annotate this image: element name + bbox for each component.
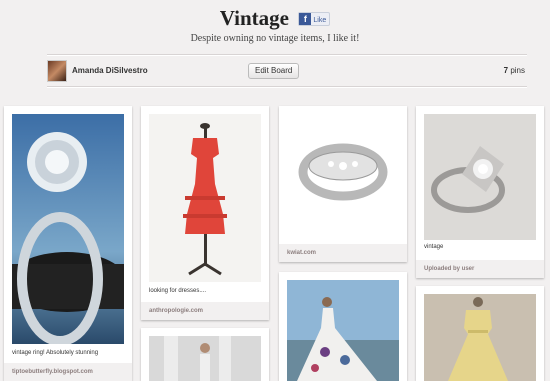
pin-caption: vintage ring! Absolutely stunning <box>12 350 99 356</box>
title-row: Vintage f Like <box>0 6 550 31</box>
pin-card[interactable] <box>141 328 269 381</box>
pin-source-link[interactable]: tiptoebutterfly.blogspot.com <box>12 369 93 375</box>
pin-count-label: pins <box>510 66 525 75</box>
pin-source-link[interactable]: anthropologie.com <box>149 308 203 314</box>
pin-card[interactable] <box>279 272 407 381</box>
pin-image-antique-ring[interactable] <box>424 114 536 240</box>
like-label: Like <box>313 16 327 24</box>
pin-source[interactable]: anthropologie.com <box>141 302 269 320</box>
board-description: Despite owning no vintage items, I like … <box>190 33 360 44</box>
pin-caption: vintage <box>424 244 444 250</box>
pin-source[interactable]: Uploaded by user <box>416 260 544 278</box>
edit-board-button[interactable]: Edit Board <box>248 63 300 79</box>
pin-source[interactable]: tiptoebutterfly.blogspot.com <box>4 363 132 381</box>
divider <box>47 54 527 56</box>
pin-image-floral-gown[interactable] <box>287 280 399 381</box>
pin-card[interactable]: vintage ring! Absolutely stunning tiptoe… <box>4 106 132 381</box>
pin-count: 7 pins <box>504 66 525 75</box>
facebook-icon: f <box>299 12 312 25</box>
pin-image-diamond-ring[interactable] <box>12 114 124 344</box>
divider <box>47 86 527 88</box>
board-meta-bar: Amanda DiSilvestro Edit Board 7 pins <box>47 58 527 84</box>
pin-caption: looking for dresses.... <box>149 288 207 294</box>
pin-image-yellow-dress[interactable] <box>424 294 536 381</box>
avatar[interactable] <box>47 60 67 82</box>
board-title: Vintage <box>219 6 289 30</box>
board-header: Vintage f Like Despite owning no vintage … <box>0 0 550 100</box>
pin-image-lace-ring[interactable] <box>287 114 399 226</box>
pin-image-red-dress[interactable] <box>149 114 261 282</box>
facebook-like-button[interactable]: f Like <box>298 11 331 26</box>
pin-card[interactable] <box>416 286 544 381</box>
pin-card[interactable]: kwiat.com <box>279 106 407 262</box>
pin-source[interactable]: kwiat.com <box>279 244 407 262</box>
pin-count-number: 7 <box>503 66 509 75</box>
pin-card[interactable]: vintage Uploaded by user <box>416 106 544 278</box>
pin-source-link[interactable]: Uploaded by user <box>424 266 474 272</box>
pin-source-link[interactable]: kwiat.com <box>287 250 316 256</box>
pin-image-runway[interactable] <box>149 336 261 381</box>
user-name-link[interactable]: Amanda DiSilvestro <box>72 66 148 75</box>
pin-card[interactable]: looking for dresses.... anthropologie.co… <box>141 106 269 320</box>
